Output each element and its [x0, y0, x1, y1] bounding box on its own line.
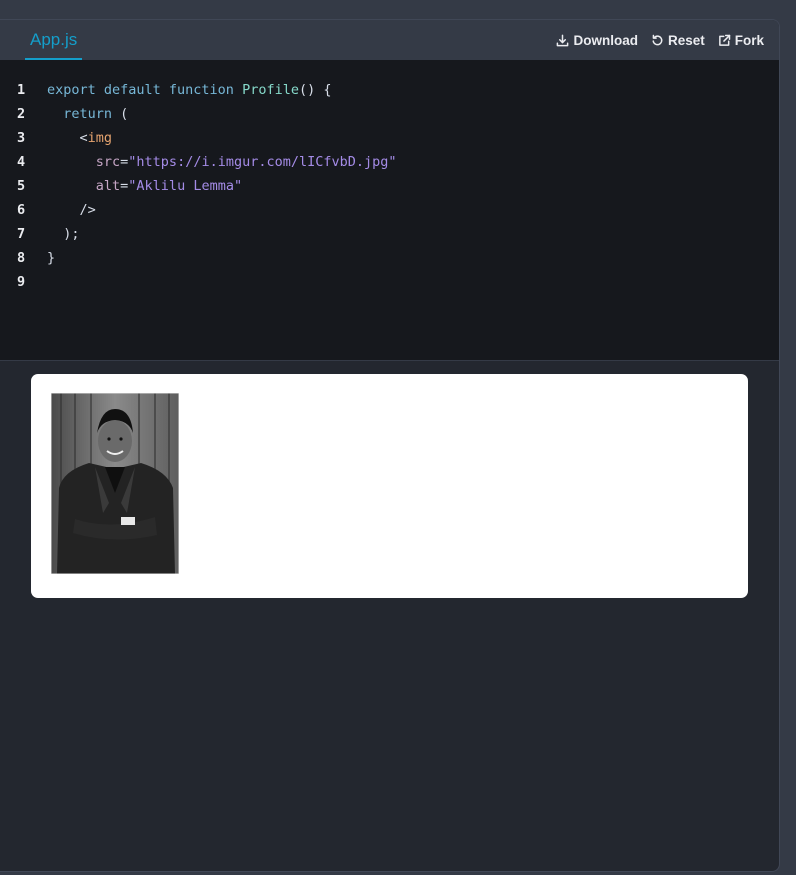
code-line: 3 <img [0, 126, 397, 150]
code-token: Profile [242, 82, 299, 98]
code-line: 7 ); [0, 222, 397, 246]
line-source: /> [32, 198, 96, 222]
line-number: 1 [17, 82, 26, 98]
line-source: } [32, 246, 55, 270]
line-source: <img [32, 126, 113, 150]
code-token: "Aklilu Lemma" [128, 178, 243, 194]
line-number: 9 [17, 274, 26, 290]
line-source [32, 270, 47, 294]
code-token: export default function [47, 82, 243, 98]
line-source: return ( [32, 102, 128, 126]
reset-label: Reset [667, 32, 705, 48]
line-number: 8 [17, 250, 26, 266]
code-line: 5 alt="Aklilu Lemma" [0, 174, 397, 198]
fork-label: Fork [734, 32, 764, 48]
code-line: 4 src="https://i.imgur.com/lICfvbD.jpg" [0, 150, 397, 174]
download-icon [557, 34, 569, 46]
code-token: /> [47, 202, 96, 218]
code-token: } [47, 250, 56, 266]
code-token: < [47, 130, 88, 146]
preview-pane [31, 374, 748, 598]
line-source: src="https://i.imgur.com/lICfvbD.jpg" [32, 150, 397, 174]
code-token: ( [120, 106, 129, 122]
code-token: src [47, 154, 121, 170]
editor-actions: Download Reset Fork [556, 20, 764, 60]
line-number: 5 [17, 178, 26, 194]
line-number: 6 [17, 202, 26, 218]
code-line: 2 return ( [0, 102, 397, 126]
line-number: 4 [17, 154, 26, 170]
external-link-icon [718, 34, 730, 46]
code-token: "https://i.imgur.com/lICfvbD.jpg" [128, 154, 397, 170]
code-token: alt [47, 178, 121, 194]
code-token: img [87, 130, 113, 146]
code-line: 1 export default function Profile() { [0, 78, 397, 102]
code-token: ); [47, 226, 80, 242]
tab-app-js[interactable]: App.js [25, 20, 83, 60]
line-source: ); [32, 222, 80, 246]
code-line: 6 /> [0, 198, 397, 222]
code-token: return [47, 106, 121, 122]
portrait-photo-icon [51, 393, 179, 574]
line-number: 7 [17, 226, 26, 242]
code-line: 8} [0, 246, 397, 270]
code-token: () { [298, 82, 332, 98]
code-editor[interactable]: 1 export default function Profile() {2 re… [0, 60, 779, 361]
fork-button[interactable]: Fork [718, 33, 764, 48]
download-label: Download [573, 32, 638, 48]
line-source: export default function Profile() { [32, 78, 332, 102]
line-number: 2 [17, 106, 26, 122]
reset-button[interactable]: Reset [651, 33, 705, 48]
download-button[interactable]: Download [556, 33, 638, 48]
line-source: alt="Aklilu Lemma" [32, 174, 242, 198]
code-line: 9 [0, 270, 397, 294]
code-lines: 1 export default function Profile() {2 re… [0, 78, 397, 294]
line-number: 3 [17, 130, 26, 146]
reset-icon [652, 34, 663, 45]
editor-header: App.js Download Reset Fork [0, 20, 779, 60]
